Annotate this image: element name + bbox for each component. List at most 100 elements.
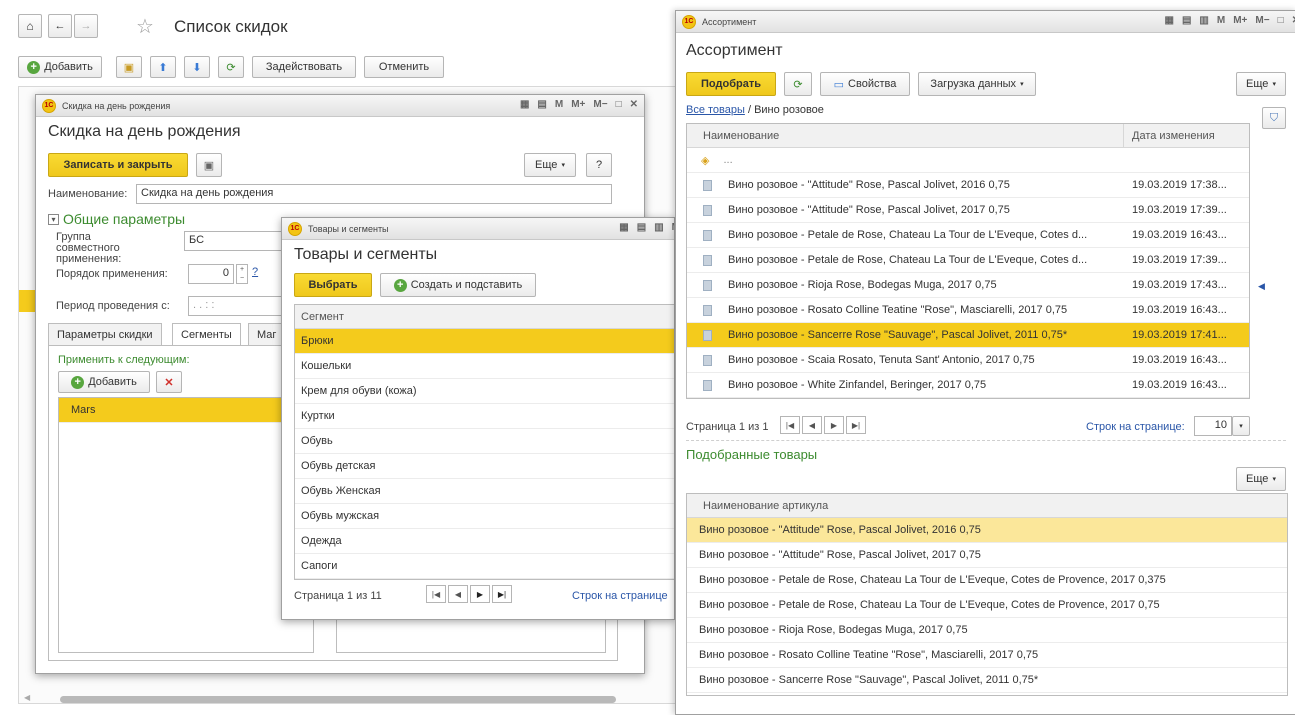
first-page-icon[interactable]: |◀ <box>780 416 800 434</box>
memory-plus-icon[interactable]: M+ <box>1233 15 1247 26</box>
back-button[interactable]: ← <box>48 14 72 38</box>
list-item[interactable]: Кошельки <box>295 354 674 379</box>
table-row[interactable]: Вино розовое - Petale de Rose, Chateau L… <box>687 248 1249 273</box>
close-icon[interactable]: ✕ <box>630 99 638 110</box>
star-icon[interactable]: ☆ <box>136 14 154 39</box>
more-button[interactable]: Еще ▾ <box>524 153 576 177</box>
list-item[interactable]: Обувь детская <box>295 454 674 479</box>
more-button[interactable]: Еще ▾ <box>1236 72 1286 96</box>
home-button[interactable]: ⌂ <box>18 14 42 38</box>
list-item[interactable]: Куртки <box>295 404 674 429</box>
order-stepper[interactable]: + − <box>236 264 248 284</box>
memory-plus-icon[interactable]: M+ <box>571 99 585 110</box>
tab-shops[interactable]: Маг <box>248 323 286 345</box>
cancel-button[interactable]: Отменить <box>364 56 444 78</box>
table-row[interactable]: Mars <box>59 398 313 423</box>
table-row[interactable]: Вино розовое - "Attitude" Rose, Pascal J… <box>687 518 1287 543</box>
rows-per-page-link[interactable]: Строк на странице <box>572 590 668 602</box>
table-row[interactable]: Вино розовое - "Attitude" Rose, Pascal J… <box>687 198 1249 223</box>
first-page-icon[interactable]: |◀ <box>426 585 446 603</box>
table-row-selected[interactable]: Вино розовое - Sancerre Rose "Sauvage", … <box>687 323 1249 348</box>
maximize-icon[interactable]: □ <box>616 99 622 110</box>
table-row[interactable]: Вино розовое - "Attitude" Rose, Pascal J… <box>687 543 1287 568</box>
list-item[interactable]: Крем для обуви (кожа) <box>295 379 674 404</box>
table-row[interactable]: Вино розовое - Rosato Colline Teatine "R… <box>687 298 1249 323</box>
table-row[interactable]: Вино розовое - Scaia Rosato, Tenuta Sant… <box>687 348 1249 373</box>
table-row[interactable]: Вино розовое - Sancerre Rose "Sauvage", … <box>687 668 1287 693</box>
help-button[interactable]: ? <box>586 153 612 177</box>
add-button[interactable]: + Добавить <box>18 56 102 78</box>
memory-minus-icon[interactable]: M− <box>593 99 607 110</box>
rows-per-page-field[interactable]: 10 <box>1194 416 1232 436</box>
column-header-segment[interactable]: Сегмент <box>295 305 674 329</box>
segment-add-button[interactable]: + Добавить <box>58 371 150 393</box>
prev-page-icon[interactable]: ◀ <box>802 416 822 434</box>
order-help-link[interactable]: ? <box>252 266 258 278</box>
calculator-icon[interactable]: ▦ <box>1165 15 1174 26</box>
table-row[interactable]: Вино розовое - Rioja Rose, Bodegas Muga,… <box>687 273 1249 298</box>
calendar-icon[interactable]: ▤ <box>537 99 546 110</box>
calendar-icon[interactable]: ▤ <box>1182 15 1191 26</box>
last-page-icon[interactable]: ▶| <box>846 416 866 434</box>
selected-more-button[interactable]: Еще ▾ <box>1236 467 1286 491</box>
tab-segments[interactable]: Сегменты <box>172 323 241 345</box>
activate-button[interactable]: Задействовать <box>252 56 356 78</box>
list-item[interactable]: Одежда <box>295 529 674 554</box>
table-row[interactable]: Вино розовое - Petale de Rose, Chateau L… <box>687 568 1287 593</box>
next-page-icon[interactable]: ▶ <box>470 585 490 603</box>
memory-m-icon[interactable]: M <box>555 99 563 110</box>
save-button[interactable]: ▣ <box>196 153 222 177</box>
period-field[interactable]: . . : : <box>188 296 284 316</box>
create-and-insert-button[interactable]: + Создать и подставить <box>380 273 536 297</box>
column-header-date[interactable]: Дата изменения <box>1124 130 1215 142</box>
table-row[interactable]: Вино розовое - "Attitude" Rose, Pascal J… <box>687 173 1249 198</box>
table-row-up[interactable]: ◈... <box>687 148 1249 173</box>
refresh-button[interactable]: ⟳ <box>218 56 244 78</box>
memory-m-icon[interactable]: M <box>1217 15 1225 26</box>
rows-per-page-dropdown[interactable]: ▾ <box>1232 416 1250 436</box>
list-item[interactable]: Брюки <box>295 329 674 354</box>
last-page-icon[interactable]: ▶| <box>492 585 512 603</box>
move-up-button[interactable]: ⬆ <box>150 56 176 78</box>
list-item[interactable]: Обувь Женская <box>295 479 674 504</box>
filter-button[interactable]: ⛉ <box>1262 107 1286 129</box>
refresh-button[interactable]: ⟳ <box>784 72 812 96</box>
load-data-button[interactable]: Загрузка данных ▾ <box>918 72 1036 96</box>
next-page-icon[interactable]: ▶ <box>824 416 844 434</box>
memory-minus-icon[interactable]: M− <box>1255 15 1269 26</box>
list-item[interactable]: Сапоги <box>295 554 674 579</box>
calculator-icon[interactable]: ▦ <box>619 222 628 233</box>
forward-button[interactable]: → <box>74 14 98 38</box>
calendar2-icon[interactable]: ▥ <box>1199 15 1208 26</box>
column-header-article[interactable]: Наименование артикула <box>687 494 1287 518</box>
calendar-icon[interactable]: ▤ <box>637 222 646 233</box>
segment-delete-button[interactable]: ✕ <box>156 371 182 393</box>
save-close-button[interactable]: Записать и закрыть <box>48 153 188 177</box>
table-row[interactable]: Вино розовое - White Zinfandel, Beringer… <box>687 373 1249 398</box>
order-field[interactable]: 0 <box>188 264 234 284</box>
calculator-icon[interactable]: ▦ <box>520 99 529 110</box>
general-params-group[interactable]: ▾ Общие параметры <box>48 211 185 227</box>
properties-button[interactable]: ▭ Свойства <box>820 72 910 96</box>
list-item[interactable]: Обувь <box>295 429 674 454</box>
table-row[interactable]: Вино розовое - Petale de Rose, Chateau L… <box>687 223 1249 248</box>
calendar2-icon[interactable]: ▥ <box>654 222 663 233</box>
table-row[interactable]: Вино розовое - Rioja Rose, Bodegas Muga,… <box>687 618 1287 643</box>
pick-button[interactable]: Подобрать <box>686 72 776 96</box>
select-button[interactable]: Выбрать <box>294 273 372 297</box>
prev-page-icon[interactable]: ◀ <box>448 585 468 603</box>
maximize-icon[interactable]: □ <box>1278 15 1284 26</box>
tab-discount-params[interactable]: Параметры скидки <box>48 323 162 345</box>
name-field[interactable]: Скидка на день рождения <box>136 184 612 204</box>
horizontal-scrollbar[interactable] <box>60 696 616 703</box>
column-header-name[interactable]: Наименование <box>687 124 1124 148</box>
pagination: |◀ ◀ ▶ ▶| <box>426 585 512 603</box>
copy-button[interactable]: ▣ <box>116 56 142 78</box>
breadcrumb-all-goods[interactable]: Все товары <box>686 104 745 116</box>
table-row[interactable]: Вино розовое - Petale de Rose, Chateau L… <box>687 593 1287 618</box>
close-icon[interactable]: ✕ <box>1292 15 1295 26</box>
scroll-left-arrow[interactable]: ◀ <box>24 693 30 702</box>
move-down-button[interactable]: ⬇ <box>184 56 210 78</box>
table-row[interactable]: Вино розовое - Rosato Colline Teatine "R… <box>687 643 1287 668</box>
list-item[interactable]: Обувь мужская <box>295 504 674 529</box>
